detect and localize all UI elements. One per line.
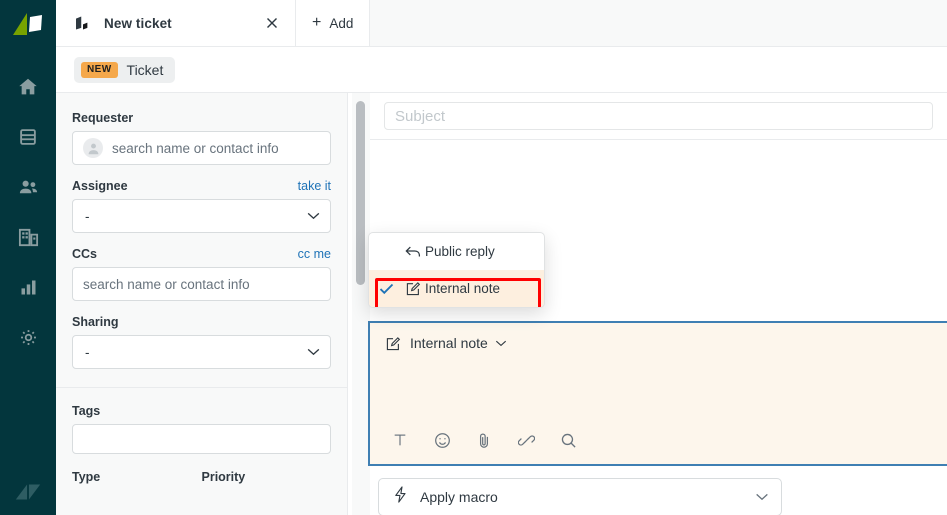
ccs-label: CCs	[72, 247, 98, 261]
tags-input[interactable]	[72, 424, 331, 454]
chevron-down-icon	[307, 343, 320, 361]
sharing-field-group: Sharing -	[72, 315, 331, 369]
zendesk-z-icon	[0, 477, 56, 507]
text-format-icon[interactable]	[390, 430, 410, 450]
subject-row: Subject	[370, 93, 947, 140]
chevron-down-icon	[495, 334, 507, 352]
sharing-value: -	[85, 344, 90, 360]
add-tab-button[interactable]: + Add	[296, 0, 371, 46]
ticket-header: NEW Ticket	[56, 47, 947, 93]
priority-label: Priority	[201, 470, 246, 484]
sharing-label: Sharing	[72, 315, 119, 329]
ticket-main-pane: Subject Public reply Internal note Inter…	[368, 93, 947, 515]
sidebar-item-organizations[interactable]	[0, 212, 56, 262]
sidebar-item-home[interactable]	[0, 62, 56, 112]
note-pencil-icon	[401, 281, 425, 296]
cc-me-link[interactable]: cc me	[298, 247, 331, 261]
close-icon[interactable]	[263, 14, 281, 32]
tab-label: New ticket	[104, 15, 172, 31]
assignee-field-group: Assignee take it -	[72, 179, 331, 233]
reply-arrow-icon	[401, 245, 425, 259]
requester-input[interactable]: search name or contact info	[72, 131, 331, 165]
lightning-bolt-icon	[393, 486, 408, 508]
requester-field-group: Requester search name or contact info	[72, 111, 331, 165]
scrollbar-thumb[interactable]	[356, 101, 365, 285]
priority-field-group: Priority	[202, 468, 332, 486]
composer-channel-label: Internal note	[410, 335, 488, 351]
composer-toolbar	[370, 430, 947, 464]
add-tab-label: Add	[329, 15, 354, 31]
user-avatar-icon	[83, 138, 103, 158]
tags-field-group: Tags	[72, 388, 331, 454]
plus-icon: +	[312, 14, 322, 31]
page-title: Ticket	[126, 61, 164, 78]
search-icon[interactable]	[558, 430, 578, 450]
menu-item-internal-note[interactable]: Internal note	[369, 270, 544, 307]
menu-item-label: Internal note	[425, 281, 501, 296]
check-icon	[379, 283, 401, 295]
sidebar-item-reporting[interactable]	[0, 262, 56, 312]
ccs-placeholder: search name or contact info	[83, 276, 250, 292]
sidebar-item-customers[interactable]	[0, 162, 56, 212]
link-icon[interactable]	[516, 430, 536, 450]
assignee-value: -	[85, 208, 90, 224]
type-field-group: Type	[72, 468, 202, 486]
requester-label: Requester	[72, 111, 134, 125]
macro-row: Apply macro	[370, 478, 947, 515]
note-pencil-icon	[386, 336, 401, 351]
menu-item-label: Public reply	[425, 244, 495, 259]
sidebar-item-views[interactable]	[0, 112, 56, 162]
composer-text-area[interactable]	[370, 352, 947, 430]
assignee-label: Assignee	[72, 179, 128, 193]
type-priority-row: Type Priority	[72, 468, 331, 486]
tab-new-ticket[interactable]: New ticket	[56, 0, 296, 46]
assignee-select[interactable]: -	[72, 199, 331, 233]
subject-placeholder: Subject	[395, 107, 446, 125]
nav-items	[0, 62, 56, 362]
comment-composer: Internal note	[368, 321, 947, 466]
sidebar-item-admin[interactable]	[0, 312, 56, 362]
menu-item-public-reply[interactable]: Public reply	[369, 233, 544, 270]
subject-input[interactable]: Subject	[384, 102, 933, 130]
requester-placeholder: search name or contact info	[112, 140, 279, 156]
ticket-icon	[74, 16, 92, 30]
type-label: Type	[72, 470, 101, 484]
ccs-input[interactable]: search name or contact info	[72, 267, 331, 301]
emoji-icon[interactable]	[432, 430, 452, 450]
composer-channel-button[interactable]: Internal note	[370, 323, 947, 352]
ccs-field-group: CCs cc me search name or contact info	[72, 247, 331, 301]
tags-label: Tags	[72, 404, 101, 418]
chevron-down-icon	[755, 488, 769, 506]
sharing-select[interactable]: -	[72, 335, 331, 369]
ticket-form-pane: Requester search name or contact info As…	[56, 93, 348, 515]
take-it-link[interactable]: take it	[298, 179, 331, 193]
tab-bar: New ticket + Add	[56, 0, 947, 47]
left-nav-rail	[0, 0, 56, 515]
zendesk-logo-icon	[8, 8, 48, 44]
zendesk-agent-workspace: New ticket + Add NEW Ticket Requester se…	[0, 0, 947, 515]
ticket-status-chip[interactable]: NEW Ticket	[74, 56, 176, 83]
chevron-down-icon	[307, 207, 320, 225]
status-badge: NEW	[81, 61, 118, 78]
paperclip-icon[interactable]	[474, 430, 494, 450]
apply-macro-select[interactable]: Apply macro	[378, 478, 782, 515]
apply-macro-label: Apply macro	[420, 489, 498, 505]
channel-select-menu: Public reply Internal note	[368, 232, 545, 308]
